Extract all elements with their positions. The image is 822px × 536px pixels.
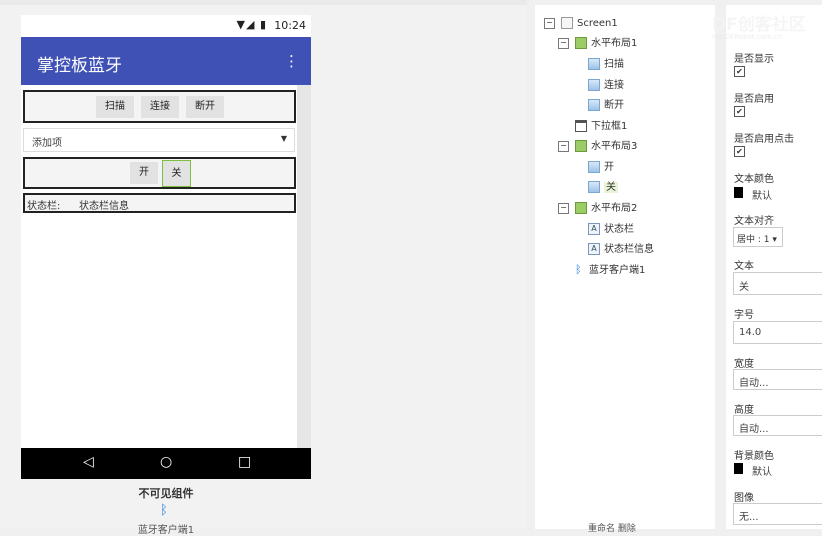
viewer-top-strip (0, 0, 527, 5)
prop-text-label: 文本 (734, 261, 754, 272)
phone-scrollbar[interactable] (297, 85, 311, 448)
button-icon (588, 79, 600, 91)
disconnect-button[interactable]: 断开 (186, 96, 224, 118)
bluetooth-icon[interactable]: ᛒ (160, 503, 168, 518)
prop-font-size-label: 字号 (734, 310, 754, 321)
prop-clickable-checkbox[interactable]: ✔ (734, 146, 745, 157)
tree-node-off-selected[interactable]: 关 (588, 180, 618, 196)
app-title-bar: 掌控板蓝牙 ⋮ (21, 37, 311, 85)
text-input[interactable]: 关 (733, 272, 822, 295)
width-input[interactable]: 自动... (733, 369, 822, 390)
collapse-icon[interactable]: − (558, 37, 569, 49)
scan-button[interactable]: 扫描 (96, 96, 134, 118)
phone-status-bar: ▼◢ ▮ 10:24 (21, 15, 311, 37)
prop-visible-label: 是否显示 (734, 54, 774, 65)
tree-node-listpicker[interactable]: 下拉框1 (575, 119, 627, 135)
horizontal-layout-1[interactable]: 扫描 连接 断开 (23, 90, 296, 123)
connect-button[interactable]: 连接 (141, 96, 179, 118)
df-logo-icon (674, 8, 700, 38)
tree-node-hbox2[interactable]: − 水平布局2 (558, 201, 637, 217)
horizontal-layout-2[interactable]: 状态栏: 状态栏信息 (23, 193, 296, 213)
collapse-icon[interactable]: − (558, 202, 569, 214)
signal-battery-icon: ▼◢ ▮ (236, 18, 267, 31)
properties-panel: 是否显示 ✔ 是否启用 ✔ 是否启用点击 ✔ 文本颜色 默认 文本对齐 居中 :… (726, 5, 822, 529)
status-time: 10:24 (274, 19, 306, 32)
recent-apps-icon[interactable]: □ (238, 454, 251, 470)
prop-height-label: 高度 (734, 405, 754, 416)
prop-bg-color-label: 背景颜色 (734, 451, 774, 462)
tree-node-screen1[interactable]: − Screen1 (544, 16, 618, 32)
bluetooth-icon: ᛒ (575, 263, 582, 276)
watermark-brand: DF创客社区 (712, 15, 806, 35)
phone-nav-bar: ◁ ○ □ (21, 448, 311, 479)
df-watermark: DF创客社区 mc.DFRobot.com.cn (668, 6, 822, 42)
nonvisible-components-title: 不可见组件 (138, 487, 194, 500)
tree-node-connect[interactable]: 连接 (588, 78, 624, 94)
text-color-swatch[interactable] (734, 187, 743, 198)
tree-node-bt-client[interactable]: ᛒ 蓝牙客户端1 (575, 263, 645, 279)
prop-image-label: 图像 (734, 493, 754, 504)
button-icon (588, 99, 600, 111)
tree-node-hbox3[interactable]: − 水平布局3 (558, 139, 637, 155)
button-icon (588, 58, 600, 70)
home-icon[interactable]: ○ (160, 454, 172, 470)
text-align-select[interactable]: 居中 : 1 ▾ (733, 227, 783, 247)
button-icon (588, 161, 600, 173)
bg-color-swatch[interactable] (734, 463, 743, 474)
font-size-input[interactable]: 14.0 (733, 321, 822, 344)
on-button[interactable]: 开 (130, 162, 158, 184)
button-icon (588, 181, 600, 193)
watermark-url: mc.DFRobot.com.cn (712, 33, 783, 41)
horizontal-layout-icon (575, 37, 587, 49)
prop-text-align-label: 文本对齐 (734, 216, 774, 227)
component-tree-panel: − Screen1 − 水平布局1 扫描 连接 断开 下拉框1 − 水平布局3 开 关… (535, 5, 715, 529)
image-input[interactable]: 无... (733, 503, 822, 525)
text-color-value[interactable]: 默认 (752, 187, 772, 202)
prop-width-label: 宽度 (734, 359, 754, 370)
status-label: 状态栏: (27, 201, 61, 212)
prop-visible-checkbox[interactable]: ✔ (734, 66, 745, 77)
back-icon[interactable]: ◁ (83, 454, 94, 470)
prop-enabled-checkbox[interactable]: ✔ (734, 106, 745, 117)
dropdown-value: 添加项 (32, 138, 62, 149)
bg-color-value[interactable]: 默认 (752, 463, 772, 478)
status-info-label: 状态栏信息 (79, 201, 129, 212)
prop-clickable-label: 是否启用点击 (734, 134, 794, 145)
horizontal-layout-3[interactable]: 开 关 (23, 157, 296, 189)
tree-node-on[interactable]: 开 (588, 160, 614, 176)
off-button[interactable]: 关 (162, 160, 191, 187)
viewer-panel: ▼◢ ▮ 10:24 掌控板蓝牙 ⋮ 扫描 连接 断开 添加项 ▼ 开 关 状态… (0, 0, 527, 536)
height-input[interactable]: 自动... (733, 415, 822, 436)
horizontal-layout-icon (575, 202, 587, 214)
phone-preview: ▼◢ ▮ 10:24 掌控板蓝牙 ⋮ 扫描 连接 断开 添加项 ▼ 开 关 状态… (21, 15, 311, 479)
tree-node-hbox1[interactable]: − 水平布局1 (558, 36, 637, 52)
tree-node-status-info[interactable]: A 状态栏信息 (588, 242, 654, 258)
tree-node-status-label[interactable]: A 状态栏 (588, 222, 634, 238)
rename-delete-buttons[interactable]: 重命名 删除 (588, 521, 636, 534)
chevron-down-icon: ▼ (280, 134, 287, 143)
tree-node-scan[interactable]: 扫描 (588, 57, 624, 73)
list-picker-dropdown[interactable]: 添加项 ▼ (23, 128, 295, 152)
horizontal-layout-icon (575, 140, 587, 152)
overflow-menu-icon[interactable]: ⋮ (284, 52, 299, 70)
prop-enabled-label: 是否启用 (734, 94, 774, 105)
collapse-icon[interactable]: − (544, 17, 555, 29)
label-icon: A (588, 223, 600, 235)
collapse-icon[interactable]: − (558, 140, 569, 152)
list-picker-icon (575, 120, 587, 132)
tree-node-disconnect[interactable]: 断开 (588, 98, 624, 114)
label-icon: A (588, 243, 600, 255)
app-title: 掌控板蓝牙 (37, 56, 122, 76)
screen-icon (561, 17, 573, 29)
prop-text-color-label: 文本颜色 (734, 174, 774, 185)
